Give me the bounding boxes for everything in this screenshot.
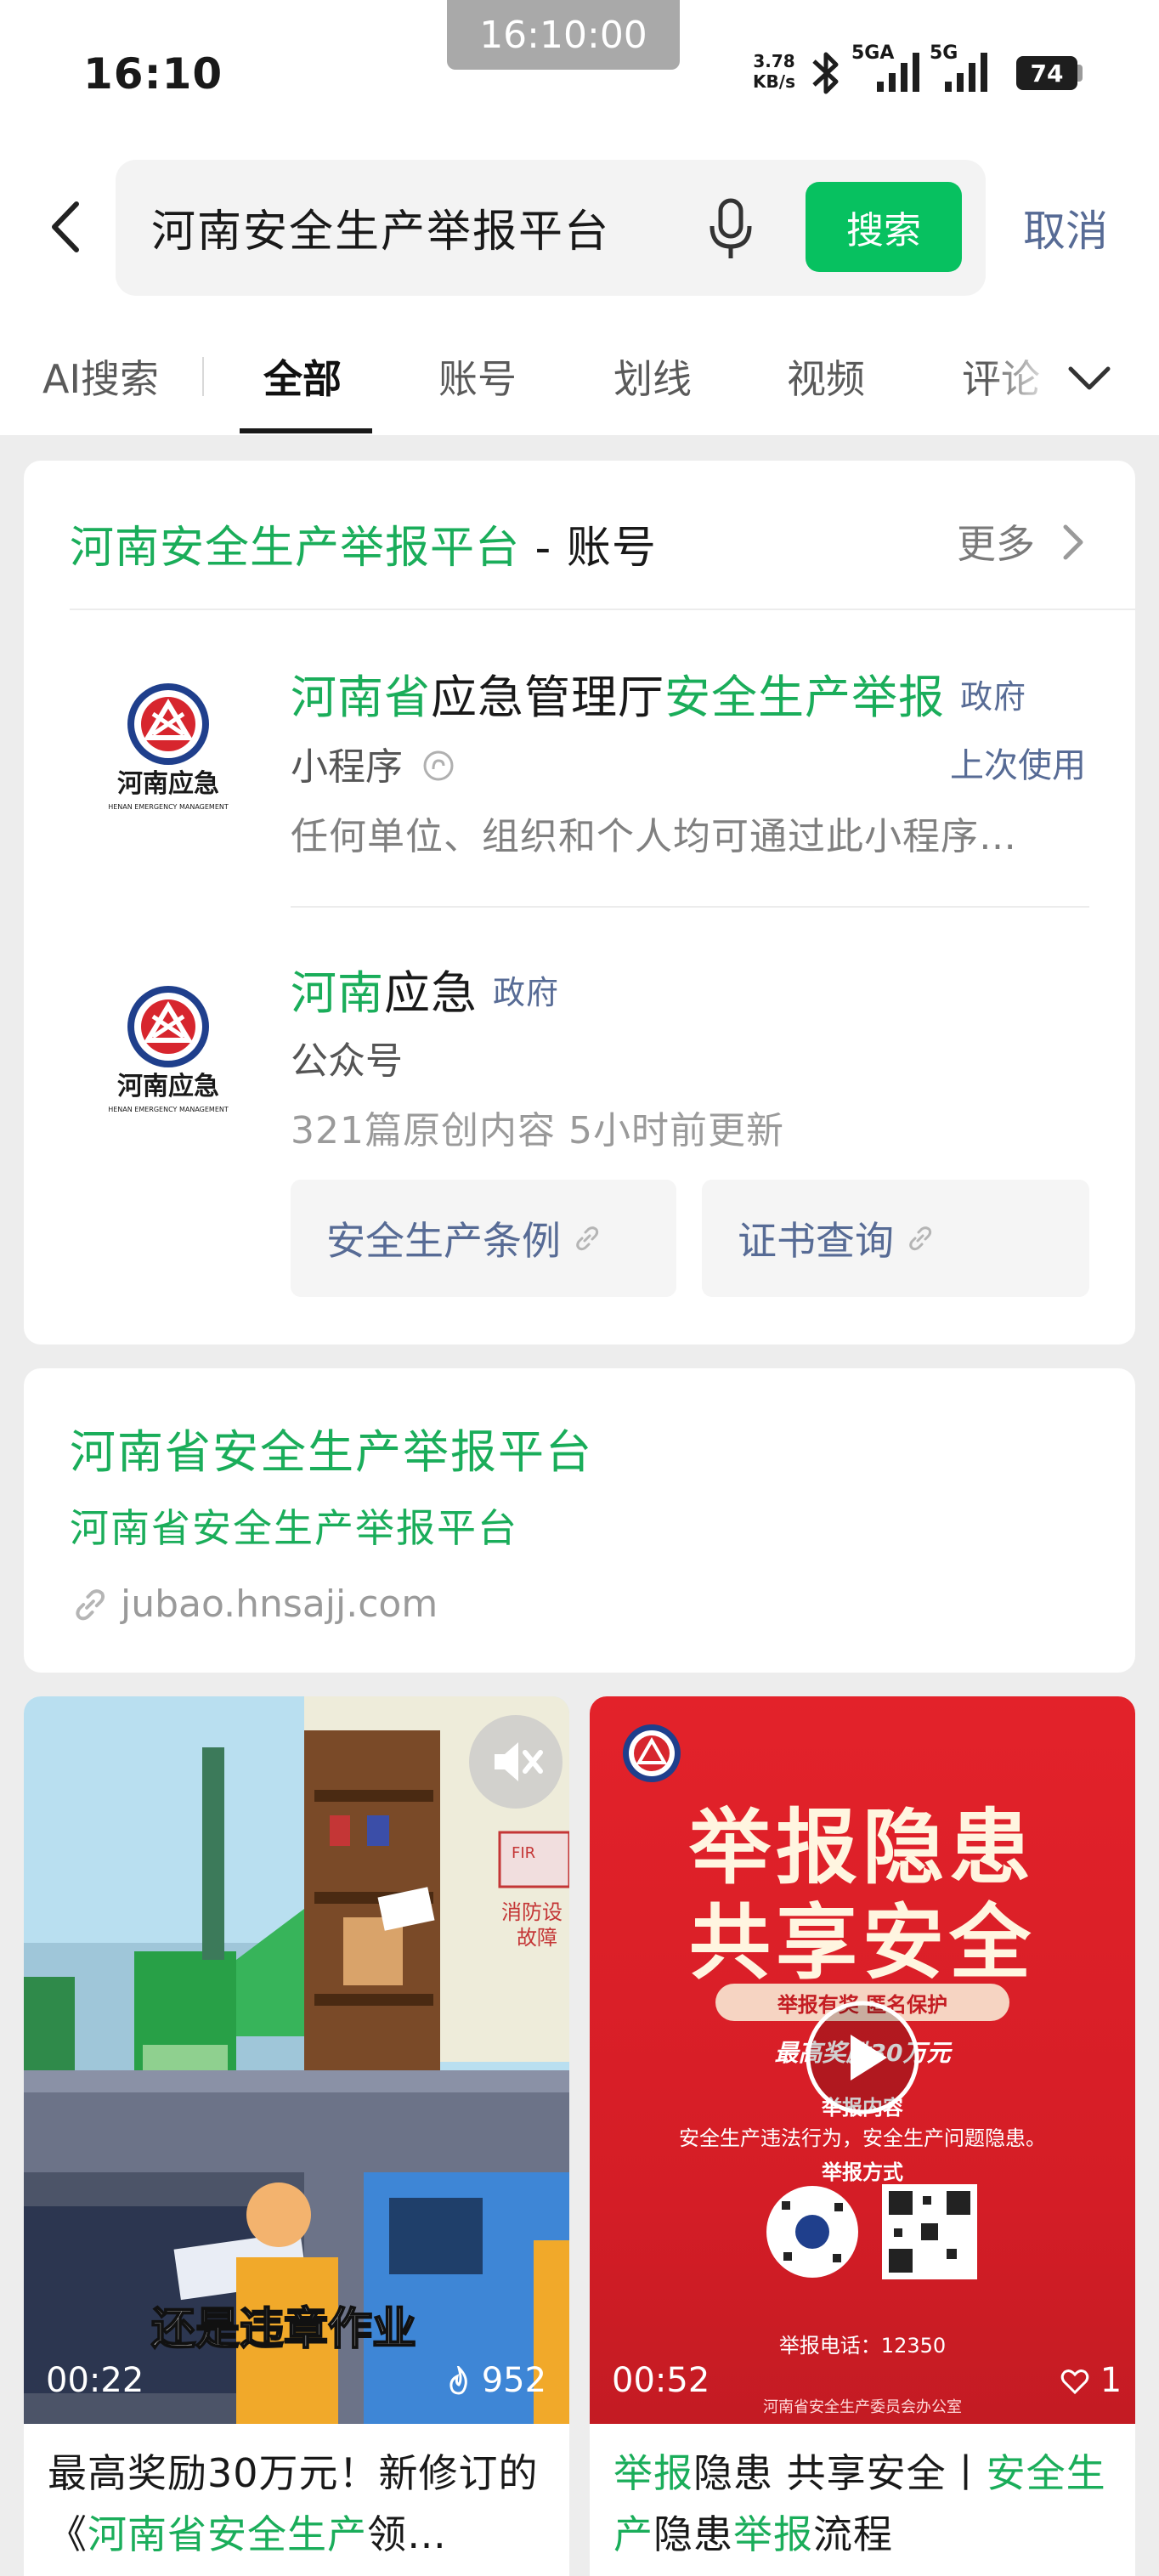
play-button-icon[interactable] xyxy=(804,1999,921,2116)
tab-all[interactable]: 全部 xyxy=(263,348,342,405)
svg-text:FIR: FIR xyxy=(512,1844,535,1862)
sign-text-2: 故障 xyxy=(517,1926,557,1950)
video-duration: 00:22 xyxy=(46,2361,144,2400)
time-overlay-badge: 16:10:00 xyxy=(447,0,680,70)
video-likes: 952 xyxy=(447,2361,546,2400)
chevron-right-icon[interactable] xyxy=(1059,518,1088,566)
account-type: 小程序 xyxy=(291,736,455,790)
status-time: 16:10 xyxy=(83,49,223,99)
link-icon xyxy=(909,1226,932,1251)
account-description: 任何单位、组织和个人均可通过此小程序… xyxy=(291,815,1017,858)
government-badge: 政府 xyxy=(493,974,560,1011)
video-overlay-caption: 还是违章作业 xyxy=(150,2303,417,2356)
likes-count: 1 xyxy=(1100,2361,1122,2400)
caption-part: 流程 xyxy=(813,2511,893,2557)
signal-bars-icon xyxy=(877,53,919,92)
network-speed: 3.78 KB/s xyxy=(744,51,804,92)
logo-label: 河南应急 xyxy=(117,769,219,799)
service-link-label: 安全生产条例 xyxy=(326,1218,561,1264)
video-caption[interactable]: 举报隐患 共享安全丨安全生产隐患举报流程 xyxy=(613,2443,1123,2565)
poster-headline-2: 共享安全 xyxy=(689,1894,1036,1990)
signal-bars-icon xyxy=(945,53,987,92)
video-likes: 1 xyxy=(1060,2361,1122,2400)
battery-tip xyxy=(1077,65,1083,82)
title-suffix: - 账号 xyxy=(520,523,657,574)
service-link-label: 证书查询 xyxy=(738,1218,894,1264)
qr-code-icon xyxy=(882,2184,977,2279)
caption-part: 隐患 xyxy=(653,2511,733,2557)
tab-accounts[interactable]: 账号 xyxy=(438,348,517,405)
title-part: 河南 xyxy=(291,966,384,1020)
flame-icon xyxy=(449,2363,467,2395)
net-speed-value: 3.78 xyxy=(753,51,795,71)
caption-part: 隐患 共享安全丨 xyxy=(693,2450,987,2496)
video-thumbnail[interactable]: FIR 消防设 故障 还是违章作业 00:22 952 xyxy=(24,1696,569,2424)
poster-method-heading: 举报方式 xyxy=(822,2160,903,2184)
account-item-title[interactable]: 河南省应急管理厅安全生产举报 政府 xyxy=(291,660,1026,727)
video-card[interactable]: FIR 消防设 故障 还是违章作业 00:22 952 最高奖励30万元！新修订… xyxy=(24,1696,569,2576)
title-part: 应急管理厅 xyxy=(431,671,664,724)
caption-part: 领… xyxy=(367,2511,447,2557)
tab-ai-search[interactable]: AI搜索 xyxy=(42,348,159,405)
account-stats: 321篇原创内容 5小时前更新 xyxy=(291,1109,784,1152)
speaker-muted-icon xyxy=(495,1742,543,1781)
account-section-title: 河南安全生产举报平台 - 账号 xyxy=(70,512,657,575)
qr-code-icon xyxy=(766,2186,858,2278)
video-card[interactable]: 举报隐患 共享安全 举报有奖 匿名保护 最高奖励30万元 举报内容 安全生产违法… xyxy=(590,1696,1135,2576)
more-link[interactable]: 更多 xyxy=(957,513,1035,569)
logo-label: 河南应急 xyxy=(117,1072,219,1101)
safety-emblem-icon xyxy=(623,1724,681,1782)
back-arrow-icon[interactable] xyxy=(42,197,93,257)
mini-program-icon xyxy=(423,750,454,781)
mute-button[interactable] xyxy=(469,1715,563,1809)
caption-part: 举报 xyxy=(613,2450,693,2496)
web-result-title[interactable]: 河南省安全生产举报平台 xyxy=(70,1414,593,1481)
video-thumbnail[interactable]: 举报隐患 共享安全 举报有奖 匿名保护 最高奖励30万元 举报内容 安全生产违法… xyxy=(590,1696,1135,2424)
caption-part: 举报 xyxy=(733,2511,813,2557)
henan-emergency-logo[interactable]: 河南应急 HENAN EMERGENCY MANAGEMENT xyxy=(100,675,236,819)
account-type: 公众号 xyxy=(291,1039,403,1083)
tab-channels[interactable]: 视频 xyxy=(787,348,865,405)
video-duration: 00:52 xyxy=(612,2361,710,2400)
last-used-tag: 上次使用 xyxy=(950,746,1086,785)
caption-part: 河南省安全生产 xyxy=(88,2511,367,2557)
search-button[interactable]: 搜索 xyxy=(806,182,962,272)
link-icon xyxy=(576,1226,599,1251)
title-keyword: 河南安全生产举报平台 xyxy=(70,523,521,574)
poster-phone: 举报电话：12350 xyxy=(778,2334,947,2358)
cancel-button[interactable]: 取消 xyxy=(1023,197,1108,258)
link-icon xyxy=(76,1589,105,1621)
item-divider xyxy=(291,906,1089,908)
henan-emergency-logo[interactable]: 河南应急 HENAN EMERGENCY MANAGEMENT xyxy=(100,977,236,1122)
video-caption[interactable]: 最高奖励30万元！新修订的《河南省安全生产领… xyxy=(48,2443,557,2565)
service-link-regulations[interactable]: 安全生产条例 xyxy=(291,1180,676,1297)
section-divider xyxy=(70,609,1135,610)
microphone-icon[interactable] xyxy=(707,197,755,262)
title-part: 河南省 xyxy=(291,671,431,724)
title-part: 应急 xyxy=(384,966,478,1020)
tab-separator xyxy=(202,357,204,396)
net-speed-unit: KB/s xyxy=(753,71,795,92)
battery-indicator: 74 xyxy=(1016,56,1077,90)
logo-en-label: HENAN EMERGENCY MANAGEMENT xyxy=(108,1106,229,1113)
tab-highlights[interactable]: 划线 xyxy=(613,348,692,405)
bluetooth-icon xyxy=(812,52,839,94)
sign-text: 消防设 xyxy=(501,1900,563,1924)
search-query-text[interactable]: 河南安全生产举报平台 xyxy=(151,195,610,259)
web-result-subtitle: 河南省安全生产举报平台 xyxy=(70,1505,518,1551)
web-result-url[interactable]: jubao.hnsajj.com xyxy=(121,1582,438,1626)
government-badge: 政府 xyxy=(960,678,1027,716)
poster-content: 安全生产违法行为，安全生产问题隐患。 xyxy=(679,2126,1046,2150)
heart-icon xyxy=(1060,2369,1089,2395)
title-part: 安全生产举报 xyxy=(664,671,945,724)
active-tab-indicator xyxy=(240,428,372,433)
service-link-certificate[interactable]: 证书查询 xyxy=(702,1180,1089,1297)
account-item-title[interactable]: 河南应急 政府 xyxy=(291,955,559,1022)
logo-en-label: HENAN EMERGENCY MANAGEMENT xyxy=(108,803,229,811)
account-type-label: 小程序 xyxy=(291,745,403,789)
chevron-down-icon[interactable] xyxy=(1066,357,1113,399)
likes-count: 952 xyxy=(481,2361,547,2400)
